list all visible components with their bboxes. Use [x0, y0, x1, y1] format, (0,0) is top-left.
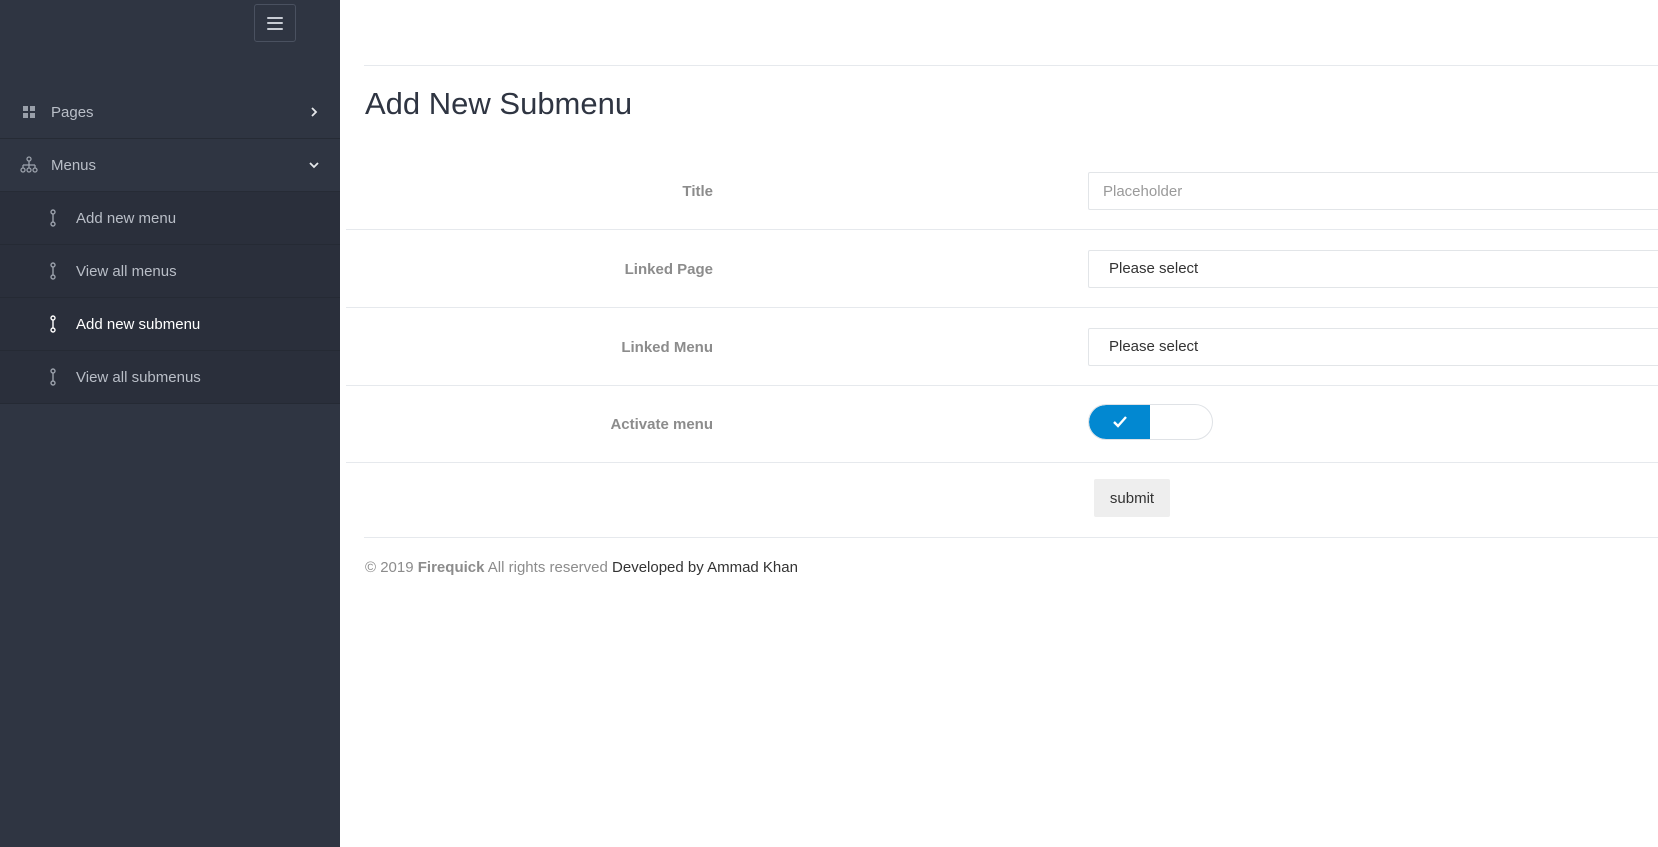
footer-rights: All rights reserved: [487, 559, 608, 576]
form-row-activate: Activate menu: [346, 385, 1658, 463]
title-label: Title: [682, 183, 713, 200]
footer-brand: Firequick: [417, 559, 485, 576]
toggle-on-state: [1089, 405, 1150, 439]
linked-menu-select[interactable]: Please select: [1088, 328, 1658, 366]
sidebar-subitem-add-new-submenu[interactable]: Add new submenu: [0, 298, 340, 351]
link-icon: [50, 368, 56, 386]
page-title: Add New Submenu: [365, 86, 633, 121]
submit-button[interactable]: submit: [1094, 479, 1170, 517]
sidebar-subitem-label: Add new menu: [76, 209, 177, 227]
footer-copyright: © 2019: [365, 559, 414, 576]
linked-page-select[interactable]: Please select: [1088, 250, 1658, 288]
linked-menu-selected: Please select: [1109, 338, 1199, 355]
sidebar-nav: Pages Menus Add new menu View all menus …: [0, 86, 340, 404]
link-icon: [50, 262, 56, 280]
grid-icon: [23, 106, 35, 118]
form-row-linked-menu: Linked Menu Please select: [346, 308, 1658, 386]
link-icon: [50, 315, 56, 333]
linked-page-label: Linked Page: [624, 261, 713, 278]
activate-toggle[interactable]: [1088, 404, 1213, 440]
footer-developer: Developed by Ammad Khan: [612, 559, 798, 576]
sidebar-item-menus[interactable]: Menus: [0, 139, 340, 192]
check-icon: [1112, 416, 1127, 428]
linked-page-selected: Please select: [1109, 260, 1199, 277]
sidebar-subitem-label: View all submenus: [76, 368, 201, 386]
link-icon: [50, 209, 56, 227]
divider: [364, 65, 1658, 66]
form-row-linked-page: Linked Page Please select: [346, 230, 1658, 308]
sidebar-subitem-label: View all menus: [76, 262, 177, 280]
linked-menu-label: Linked Menu: [621, 339, 713, 356]
sidebar: Pages Menus Add new menu View all menus …: [0, 0, 340, 847]
title-input[interactable]: [1088, 172, 1658, 210]
sidebar-subitem-view-all-submenus[interactable]: View all submenus: [0, 351, 340, 404]
footer: © 2019 Firequick All rights reserved Dev…: [365, 559, 798, 576]
sidebar-subitem-add-new-menu[interactable]: Add new menu: [0, 192, 340, 245]
hamburger-icon: [267, 16, 283, 30]
sidebar-subitem-view-all-menus[interactable]: View all menus: [0, 245, 340, 298]
chevron-right-icon: [311, 107, 318, 117]
sidebar-subitem-label: Add new submenu: [76, 315, 201, 333]
activate-label: Activate menu: [610, 416, 713, 433]
sidebar-item-label: Menus: [51, 156, 97, 174]
form-row-title: Title: [346, 152, 1658, 230]
sidebar-item-pages[interactable]: Pages: [0, 86, 340, 139]
divider: [364, 537, 1658, 538]
sitemap-icon: [20, 156, 38, 173]
sidebar-item-label: Pages: [51, 103, 94, 121]
main-content: Add New Submenu Title Linked Page Please…: [340, 0, 1658, 847]
sidebar-toggle-button[interactable]: [254, 4, 296, 42]
chevron-down-icon: [309, 162, 319, 169]
